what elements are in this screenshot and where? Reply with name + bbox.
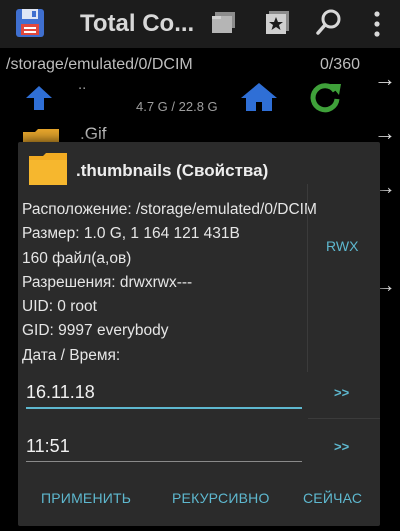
home-icon[interactable] xyxy=(240,82,278,117)
storage-info: 4.7 G / 22.8 G xyxy=(136,99,218,114)
apply-button[interactable]: ПРИМЕНИТЬ xyxy=(41,490,131,506)
parent-dir[interactable]: .. xyxy=(78,76,86,93)
folder-icon xyxy=(28,152,68,191)
location-line: Расположение: /storage/emulated/0/DCIM xyxy=(22,201,317,218)
datetime-label: Дата / Время: xyxy=(22,346,121,364)
current-path: /storage/emulated/0/DCIM xyxy=(6,56,193,73)
overflow-menu-icon[interactable] xyxy=(370,10,384,38)
up-arrow-icon[interactable] xyxy=(24,84,54,117)
dialog-title: .thumbnails (Свойства) xyxy=(76,161,269,180)
floppy-save-icon[interactable] xyxy=(14,7,46,39)
app-title: Total Co... xyxy=(80,10,195,37)
selection-count: 0/360 xyxy=(319,56,360,73)
file-count-line: 160 файл(а,ов) xyxy=(22,249,132,267)
recursive-button[interactable]: РЕКУРСИВНО xyxy=(172,490,270,506)
rwx-button[interactable]: RWX xyxy=(326,238,358,254)
uid-line: UID: 0 root xyxy=(22,298,97,316)
permissions-line: Разрешения: drwxrwx--- xyxy=(22,273,193,291)
size-line: Размер: 1.0 G, 1 164 121 431B xyxy=(22,225,240,243)
search-icon[interactable] xyxy=(314,7,346,39)
gid-line: GID: 9997 everybody xyxy=(22,322,169,340)
date-apply-button[interactable]: >> xyxy=(334,385,349,400)
time-apply-button[interactable]: >> xyxy=(334,439,349,454)
now-button[interactable]: СЕЙЧАС xyxy=(303,490,362,506)
divider xyxy=(307,184,308,372)
bookmark-star-icon[interactable] xyxy=(262,7,294,39)
app-bar: Total Co... xyxy=(0,0,400,48)
properties-dialog: .thumbnails (Свойства) Расположение: /st… xyxy=(18,142,380,526)
properties-info: Расположение: /storage/emulated/0/DCIM Р… xyxy=(22,198,317,368)
divider xyxy=(308,418,380,419)
time-field[interactable]: 11:51 xyxy=(26,436,302,462)
file-item-name[interactable]: .Gif xyxy=(80,124,106,144)
arrow-right-icon[interactable]: → xyxy=(374,66,396,92)
refresh-icon[interactable] xyxy=(308,80,342,119)
folders-icon[interactable] xyxy=(208,8,240,40)
date-field[interactable]: 16.11.18 xyxy=(26,382,302,409)
